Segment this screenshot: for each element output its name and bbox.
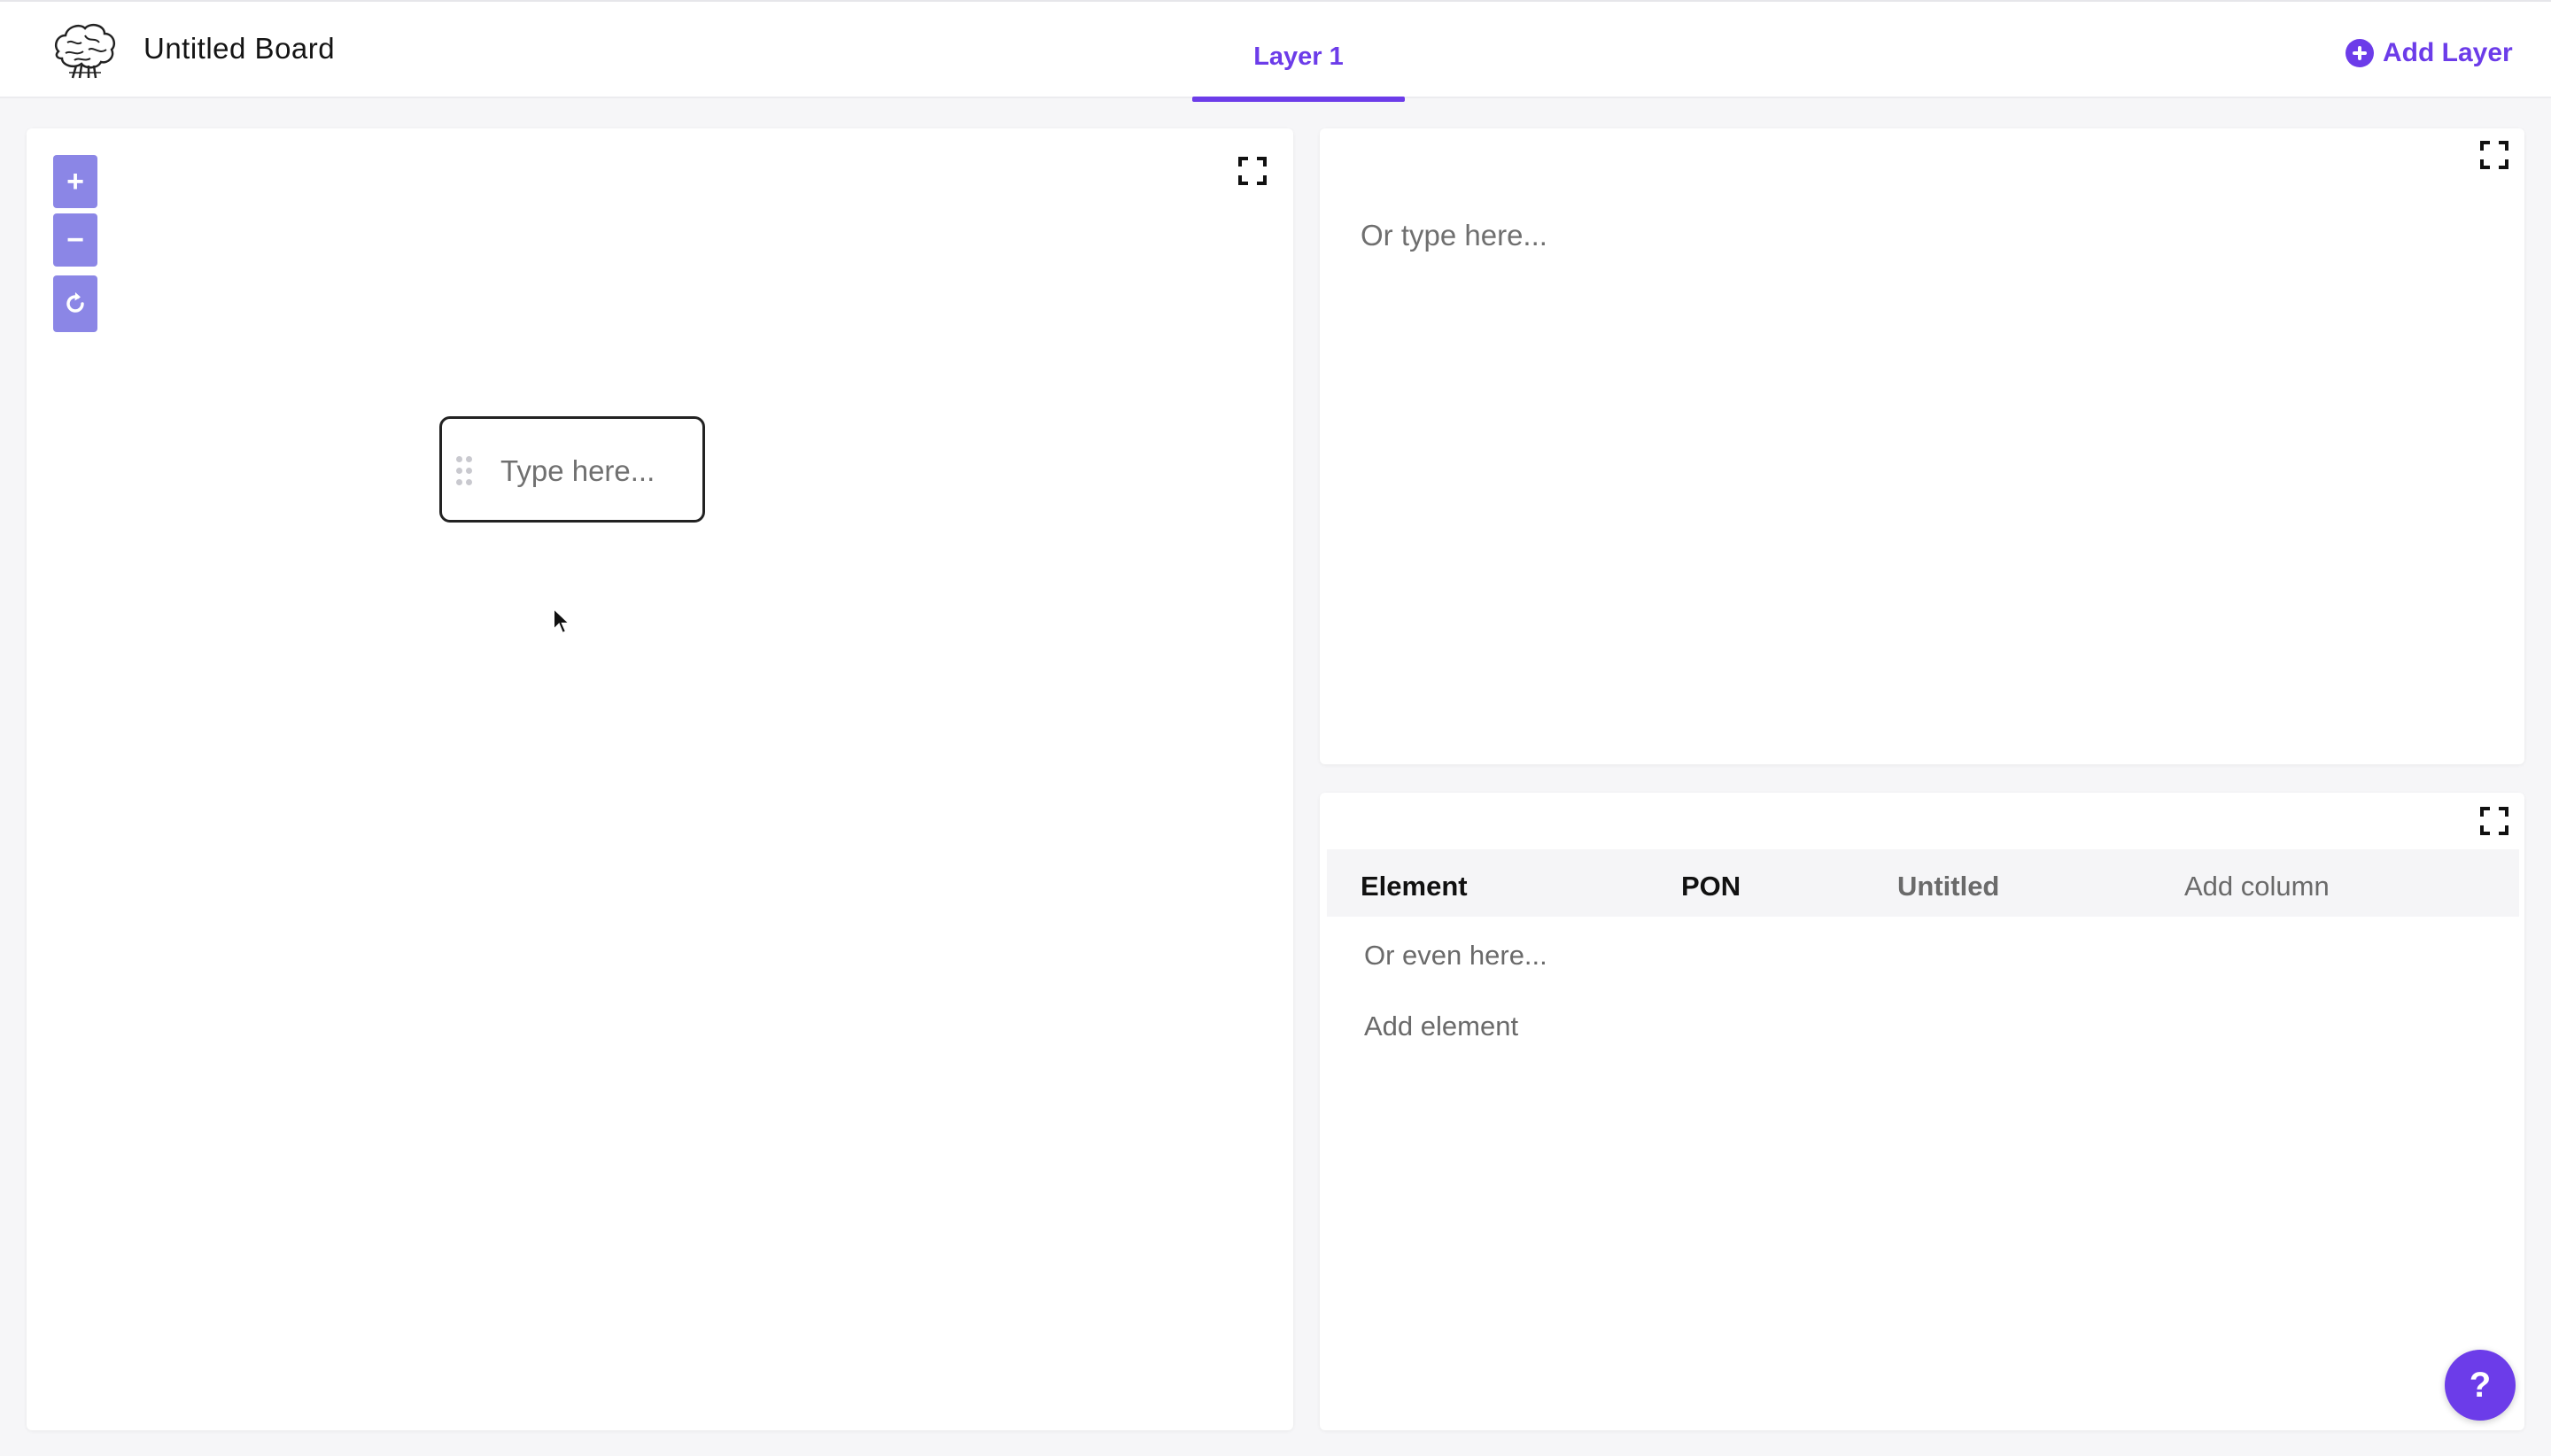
- canvas-node[interactable]: Type here...: [439, 416, 705, 523]
- table-row[interactable]: Or even here...: [1364, 940, 1547, 972]
- add-layer-label: Add Layer: [2383, 38, 2513, 67]
- expand-icon[interactable]: [2480, 141, 2508, 169]
- add-layer-button[interactable]: Add Layer: [2346, 35, 2513, 71]
- reset-zoom-button[interactable]: [53, 275, 97, 332]
- column-header-element[interactable]: Element: [1361, 871, 1468, 902]
- column-header-pon[interactable]: PON: [1681, 871, 1741, 902]
- active-tab-indicator: [1192, 97, 1405, 102]
- zoom-in-button[interactable]: +: [53, 155, 97, 208]
- expand-icon[interactable]: [1238, 157, 1267, 185]
- table-panel: Element PON Untitled Add column Or even …: [1320, 793, 2524, 1430]
- brain-logo-icon[interactable]: [50, 19, 119, 81]
- canvas-panel[interactable]: + − Type here...: [27, 128, 1293, 1430]
- tab-label: Layer 1: [1253, 43, 1344, 71]
- board-title[interactable]: Untitled Board: [143, 32, 335, 66]
- expand-icon[interactable]: [2480, 807, 2508, 835]
- drag-handle-icon[interactable]: [456, 456, 476, 488]
- text-editor-input[interactable]: Or type here...: [1361, 219, 1547, 252]
- add-column-button[interactable]: Add column: [2184, 871, 2330, 902]
- help-button[interactable]: ?: [2445, 1350, 2516, 1421]
- top-bar: Untitled Board Layer 1 Add Layer: [0, 0, 2551, 102]
- table-header: Element PON Untitled Add column: [1327, 849, 2519, 917]
- plus-circle-icon: [2346, 39, 2374, 67]
- zoom-out-button[interactable]: −: [53, 213, 97, 267]
- text-panel[interactable]: Or type here...: [1320, 128, 2524, 764]
- node-text-input[interactable]: Type here...: [500, 454, 655, 488]
- mouse-cursor-icon: [552, 606, 573, 637]
- tab-layer-1[interactable]: Layer 1: [1192, 2, 1405, 102]
- refresh-icon: [66, 292, 84, 313]
- add-element-button[interactable]: Add element: [1364, 1011, 1518, 1042]
- column-header-untitled[interactable]: Untitled: [1897, 871, 1999, 902]
- zoom-controls: + −: [53, 155, 97, 337]
